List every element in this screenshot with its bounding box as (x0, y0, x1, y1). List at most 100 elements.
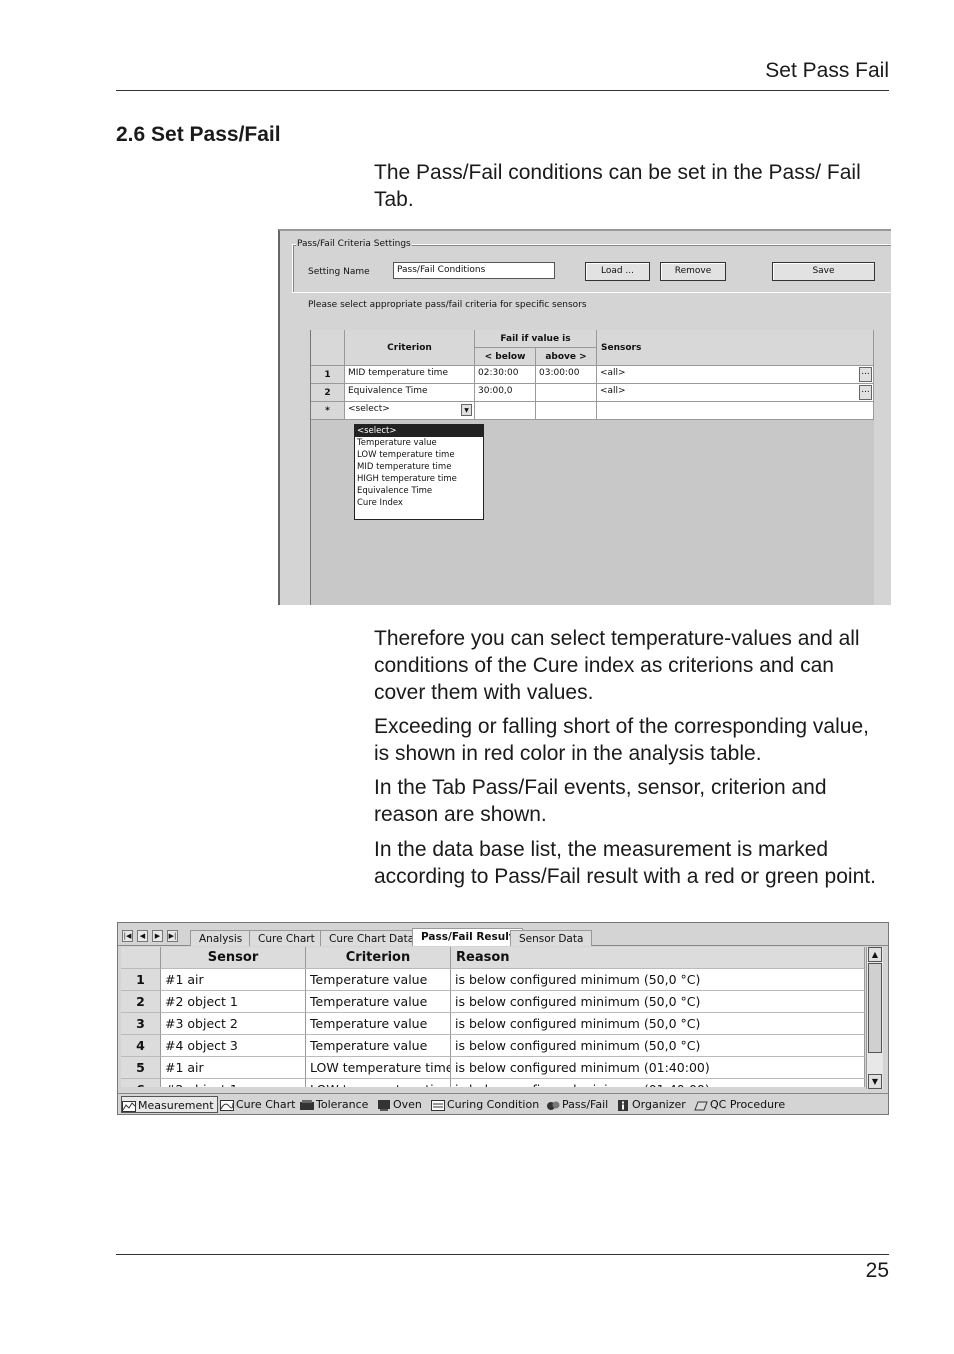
bottom-tab-tolerance[interactable]: Tolerance (300, 1096, 368, 1113)
setting-name-input[interactable]: Pass/Fail Conditions (393, 262, 555, 279)
above-header: above > (536, 348, 597, 366)
bottom-tab-pass-fail[interactable]: Pass/Fail (546, 1096, 608, 1113)
reason-cell[interactable]: is below configured minimum (50,0 °C) (451, 991, 865, 1013)
instruction-text: Please select appropriate pass/fail crit… (308, 300, 587, 310)
row-number: 3 (121, 1013, 161, 1035)
intro-paragraph: The Pass/Fail conditions can be set in t… (374, 161, 861, 211)
bottom-tab-oven[interactable]: Oven (377, 1096, 422, 1113)
sensor-cell[interactable]: #2 object 1 (161, 1079, 306, 1087)
new-row-marker: * (311, 402, 345, 420)
reason-cell[interactable]: is below configured minimum (50,0 °C) (451, 1035, 865, 1057)
tab-cure-chart[interactable]: Cure Chart (249, 930, 324, 946)
below-header: < below (475, 348, 536, 366)
dropdown-option[interactable]: LOW temperature time (355, 449, 483, 461)
bottom-tab-cure-chart[interactable]: Cure Chart (220, 1096, 295, 1113)
body-paragraph: In the data base list, the measurement i… (374, 838, 876, 888)
vertical-scrollbar[interactable]: ▲ ▼ (866, 947, 883, 1089)
dropdown-option[interactable]: Cure Index (355, 497, 483, 509)
sensor-cell[interactable]: #1 air (161, 1057, 306, 1079)
criterion-cell[interactable]: Temperature value (306, 969, 451, 991)
chevron-down-icon[interactable]: ▼ (461, 404, 472, 416)
reason-column-header[interactable]: Reason (451, 947, 865, 969)
reason-cell[interactable]: is below configured minimum (01:40:00) (451, 1057, 865, 1079)
cure-chart-icon (220, 1099, 234, 1111)
above-cell[interactable] (536, 402, 597, 420)
remove-button[interactable]: Remove (660, 262, 726, 281)
bottom-tab-label: Curing Condition (447, 1098, 540, 1111)
row-number: 2 (121, 991, 161, 1013)
reason-cell[interactable]: is below configured minimum (50,0 °C) (451, 1013, 865, 1035)
sensor-picker-button[interactable]: ... (859, 385, 872, 400)
next-icon[interactable]: ▶ (152, 930, 163, 942)
below-cell[interactable]: 02:30:00 (475, 366, 536, 384)
oven-icon (378, 1099, 390, 1111)
dropdown-option[interactable]: <select> (355, 425, 483, 437)
criterion-cell[interactable]: Temperature value (306, 991, 451, 1013)
tab-cure-chart-data[interactable]: Cure Chart Data (320, 930, 424, 946)
bottom-tab-organizer[interactable]: Organizer (616, 1096, 686, 1113)
criterion-select[interactable]: <select> ▼ (345, 402, 475, 420)
criterion-cell[interactable]: Equivalence Time (345, 384, 475, 402)
results-table: Sensor Criterion Reason 1 #1 air Tempera… (121, 947, 865, 1087)
row-number: 1 (121, 969, 161, 991)
criterion-cell[interactable]: MID temperature time (345, 366, 475, 384)
page-number: 25 (865, 1259, 889, 1282)
bottom-tab-label: Organizer (632, 1098, 686, 1111)
scroll-up-icon[interactable]: ▲ (868, 947, 882, 962)
dropdown-option[interactable]: HIGH temperature time (355, 473, 483, 485)
criterion-header: Criterion (345, 330, 475, 366)
pass-fail-settings-screenshot: Pass/Fail Criteria Settings Setting Name… (278, 229, 891, 605)
bottom-tab-qc-procedure[interactable]: QC Procedure (694, 1096, 785, 1113)
sensor-cell[interactable]: #3 object 2 (161, 1013, 306, 1035)
save-button[interactable]: Save (772, 262, 875, 281)
row-number: 1 (311, 366, 345, 384)
sensor-picker-button[interactable]: ... (859, 367, 872, 382)
criterion-cell[interactable]: Temperature value (306, 1035, 451, 1057)
tab-sensor-data[interactable]: Sensor Data (510, 930, 593, 946)
load-button[interactable]: Load ... (585, 262, 650, 281)
tolerance-icon (300, 1099, 314, 1110)
reason-cell[interactable]: is below configured minimum (50,0 °C) (451, 969, 865, 991)
below-cell[interactable] (475, 402, 536, 420)
prev-icon[interactable]: ◀ (137, 930, 148, 942)
bottom-tab-curing-condition[interactable]: Curing Condition (431, 1096, 539, 1113)
group-title: Pass/Fail Criteria Settings (296, 239, 412, 249)
first-icon[interactable]: |◀ (122, 930, 133, 942)
tab-analysis[interactable]: Analysis (190, 930, 252, 946)
fail-if-header: Fail if value is (475, 330, 597, 348)
reason-cell[interactable]: is below configured minimum (01:40:00) (451, 1079, 865, 1087)
dropdown-option[interactable]: Temperature value (355, 437, 483, 449)
criterion-cell[interactable]: Temperature value (306, 1013, 451, 1035)
scroll-thumb[interactable] (868, 963, 882, 1053)
dropdown-option[interactable]: Equivalence Time (355, 485, 483, 497)
last-icon[interactable]: ▶| (167, 930, 178, 942)
section-title: 2.6 Set Pass/Fail (116, 123, 281, 146)
sensor-column-header[interactable]: Sensor (161, 947, 306, 969)
row-number: 6 (121, 1079, 161, 1087)
row-number: 5 (121, 1057, 161, 1079)
bottom-tab-label: Tolerance (316, 1098, 369, 1111)
sensors-cell[interactable]: <all> (597, 366, 874, 384)
bottom-tab-measurement[interactable]: Measurement (121, 1096, 218, 1113)
dropdown-option[interactable]: MID temperature time (355, 461, 483, 473)
body-paragraph: Exceeding or falling short of the corres… (374, 715, 869, 765)
criterion-cell[interactable]: LOW temperature time (306, 1057, 451, 1079)
pass-fail-results-screenshot: |◀ ◀ ▶ ▶| Analysis Cure Chart Cure Chart… (117, 922, 889, 1115)
sensors-cell[interactable] (597, 402, 874, 420)
criterion-cell[interactable]: LOW temperature time (306, 1079, 451, 1087)
body-paragraph: In the Tab Pass/Fail events, sensor, cri… (374, 776, 827, 826)
criterion-column-header[interactable]: Criterion (306, 947, 451, 969)
above-cell[interactable]: 03:00:00 (536, 366, 597, 384)
running-header: Set Pass Fail (765, 59, 889, 82)
scroll-down-icon[interactable]: ▼ (868, 1074, 882, 1089)
row-number: 2 (311, 384, 345, 402)
below-cell[interactable]: 30:00,0 (475, 384, 536, 402)
above-cell[interactable] (536, 384, 597, 402)
tab-pass-fail-result[interactable]: Pass/Fail Result (412, 928, 523, 946)
measurement-icon (122, 1100, 136, 1112)
sensors-cell[interactable]: <all> (597, 384, 874, 402)
header-rule (116, 90, 889, 91)
sensor-cell[interactable]: #2 object 1 (161, 991, 306, 1013)
sensor-cell[interactable]: #4 object 3 (161, 1035, 306, 1057)
sensor-cell[interactable]: #1 air (161, 969, 306, 991)
